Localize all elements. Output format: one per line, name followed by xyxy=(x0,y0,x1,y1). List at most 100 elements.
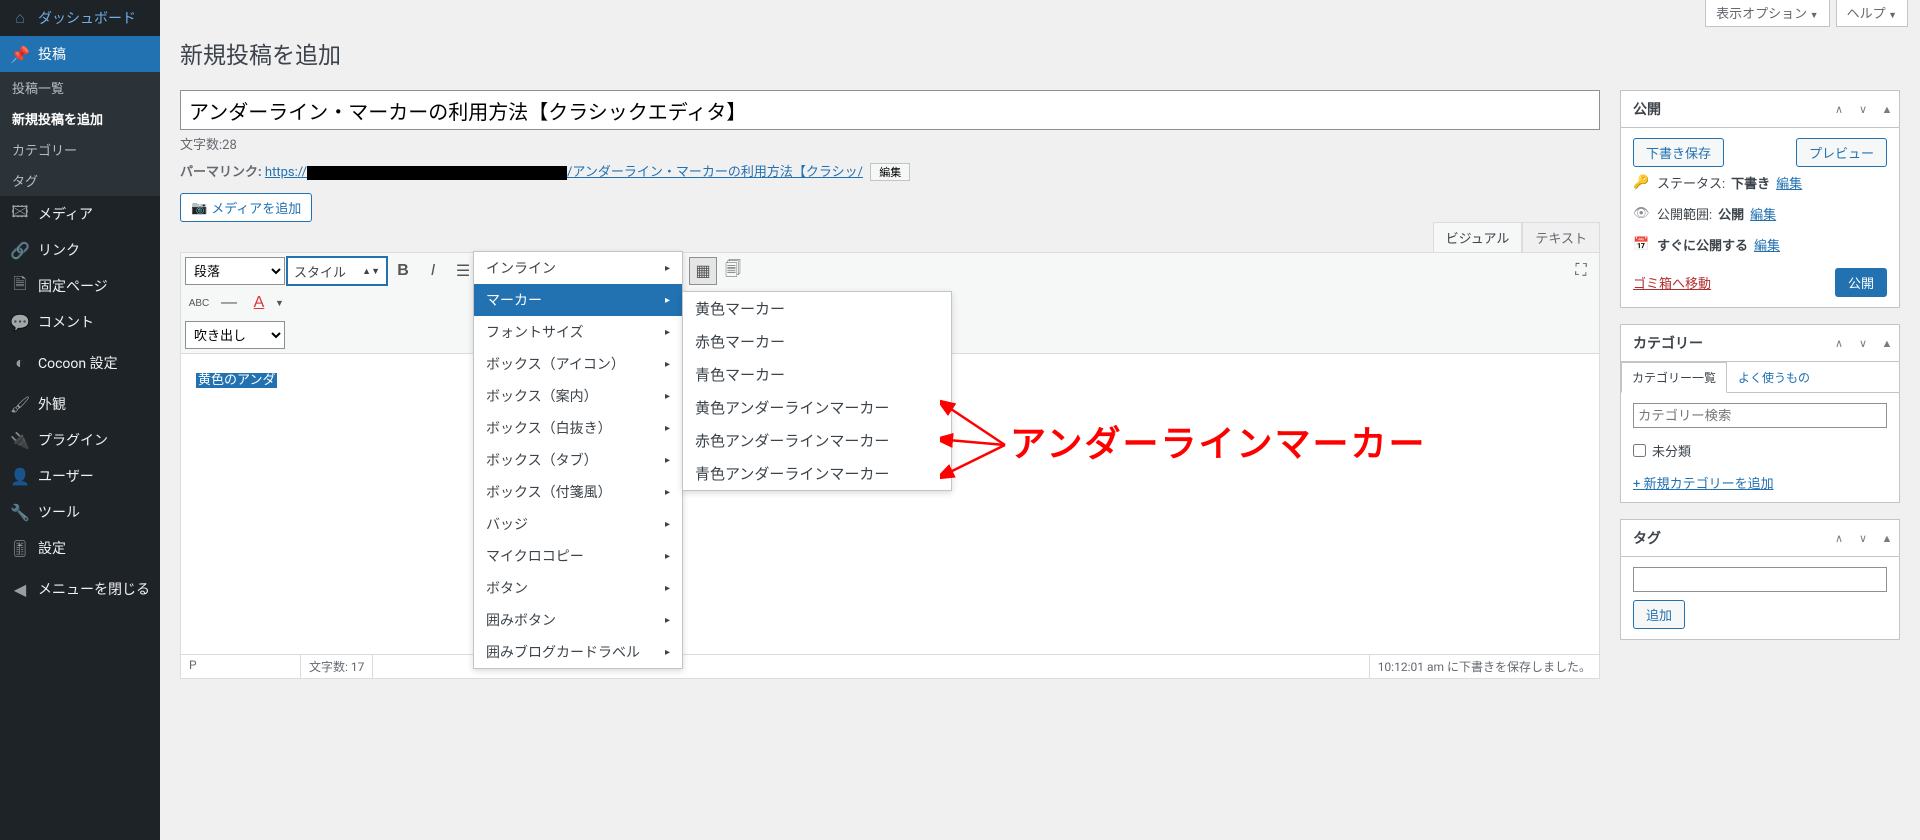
visibility-label: 公開範囲: xyxy=(1657,204,1712,223)
sidebar-item-pages[interactable]: 🗎固定ページ xyxy=(0,268,160,304)
sidebar-item-plugins[interactable]: 🔌プラグイン xyxy=(0,422,160,458)
sidebar-sub-categories[interactable]: カテゴリー xyxy=(0,134,160,165)
sidebar-item-settings[interactable]: 🎚設定 xyxy=(0,530,160,566)
toolbar-toggle-button[interactable]: ▦ xyxy=(689,257,717,285)
sidebar-sub-tags[interactable]: タグ xyxy=(0,165,160,196)
style-select[interactable]: スタイル▲▼ xyxy=(287,257,387,285)
status-save-msg: 10:12:01 am に下書きを保存しました。 xyxy=(1369,655,1599,678)
edit-date-link[interactable]: 編集 xyxy=(1754,235,1780,254)
category-uncategorized[interactable]: 未分類 xyxy=(1633,438,1887,463)
permalink-edit-button[interactable]: 編集 xyxy=(870,163,910,181)
sidebar-sub-all-posts[interactable]: 投稿一覧 xyxy=(0,72,160,103)
user-icon: 👤 xyxy=(10,466,30,486)
sidebar-submenu-posts: 投稿一覧 新規投稿を追加 カテゴリー タグ xyxy=(0,72,160,196)
style-menu-item[interactable]: ボックス（タブ）▸ xyxy=(474,444,682,476)
publish-box-title: 公開 xyxy=(1621,91,1827,127)
category-checkbox[interactable] xyxy=(1633,444,1646,457)
chevron-down-icon[interactable]: ∨ xyxy=(1851,103,1875,116)
sidebar-item-posts[interactable]: 📌 投稿 xyxy=(0,36,160,72)
post-title-input[interactable] xyxy=(180,90,1600,130)
sidebar-label: プラグイン xyxy=(38,430,108,450)
hr-button[interactable]: — xyxy=(215,289,243,317)
edit-status-link[interactable]: 編集 xyxy=(1776,173,1802,192)
status-path: P xyxy=(181,655,301,678)
template-button[interactable]: 🗐 xyxy=(719,257,747,285)
publish-button[interactable]: 公開 xyxy=(1835,268,1887,297)
style-menu-item[interactable]: 囲みボタン▸ xyxy=(474,604,682,636)
style-menu-item[interactable]: ボックス（付箋風）▸ xyxy=(474,476,682,508)
fullscreen-button[interactable]: ⛶ xyxy=(1567,257,1595,285)
category-search-input[interactable] xyxy=(1633,403,1887,428)
style-menu-item[interactable]: ボックス（白抜き）▸ xyxy=(474,412,682,444)
marker-submenu-item[interactable]: 青色アンダーラインマーカー xyxy=(683,457,951,490)
style-menu-item[interactable]: マイクロコピー▸ xyxy=(474,540,682,572)
marker-submenu-item[interactable]: 赤色マーカー xyxy=(683,325,951,358)
sidebar-item-media[interactable]: 🖾 メディア xyxy=(0,196,160,232)
style-menu-item[interactable]: フォントサイズ▸ xyxy=(474,316,682,348)
marker-submenu-item[interactable]: 赤色アンダーラインマーカー xyxy=(683,424,951,457)
edit-visibility-link[interactable]: 編集 xyxy=(1750,204,1776,223)
sidebar-item-cocoon[interactable]: ◐Cocoon 設定 xyxy=(0,345,160,381)
caret-up-icon[interactable]: ▲ xyxy=(1875,532,1899,545)
style-dropdown-menu: インライン▸マーカー▸フォントサイズ▸ボックス（アイコン）▸ボックス（案内）▸ボ… xyxy=(473,251,683,669)
sidebar-item-dashboard[interactable]: ⌂ ダッシュボード xyxy=(0,0,160,36)
style-menu-item[interactable]: 囲みブログカードラベル▸ xyxy=(474,636,682,668)
camera-icon: 📷 xyxy=(191,200,207,216)
strikethrough-button[interactable]: ABC xyxy=(185,289,213,317)
save-draft-button[interactable]: 下書き保存 xyxy=(1633,138,1724,167)
chevron-down-icon[interactable]: ∨ xyxy=(1851,532,1875,545)
sidebar-label: メディア xyxy=(38,204,93,224)
tab-text[interactable]: テキスト xyxy=(1522,222,1600,252)
chevron-up-icon[interactable]: ∧ xyxy=(1827,337,1851,350)
media-icon: 🖾 xyxy=(10,204,30,224)
style-menu-item[interactable]: インライン▸ xyxy=(474,252,682,284)
preview-button[interactable]: プレビュー xyxy=(1796,138,1887,167)
sidebar-label: リンク xyxy=(38,240,80,260)
sidebar-item-tools[interactable]: 🔧ツール xyxy=(0,494,160,530)
balloon-select[interactable]: 吹き出し xyxy=(185,321,285,349)
tab-visual[interactable]: ビジュアル xyxy=(1433,222,1523,253)
bold-button[interactable]: B xyxy=(389,257,417,285)
caret-up-icon[interactable]: ▲ xyxy=(1875,103,1899,116)
style-menu-item[interactable]: ボックス（案内）▸ xyxy=(474,380,682,412)
italic-button[interactable]: I xyxy=(419,257,447,285)
marker-submenu-item[interactable]: 青色マーカー xyxy=(683,358,951,391)
permalink-link[interactable]: https:///アンダーライン・マーカーの利用方法【クラシッ/ xyxy=(265,165,863,180)
link-icon: 🔗 xyxy=(10,240,30,260)
sidebar-sub-new-post[interactable]: 新規投稿を追加 xyxy=(0,103,160,134)
category-tab-freq[interactable]: よく使うもの xyxy=(1727,362,1821,393)
editor-tabs: ビジュアル テキスト xyxy=(1433,222,1600,252)
sliders-icon: 🎚 xyxy=(10,538,30,558)
add-category-link[interactable]: + 新規カテゴリーを追加 xyxy=(1633,477,1774,492)
pin-icon: 📌 xyxy=(10,44,30,64)
style-menu-item[interactable]: マーカー▸ xyxy=(474,284,682,316)
add-media-button[interactable]: 📷 メディアを追加 xyxy=(180,193,312,222)
publish-date-label: すぐに公開する xyxy=(1657,235,1748,254)
sidebar-label: ツール xyxy=(38,502,80,522)
tag-input[interactable] xyxy=(1633,567,1887,592)
sidebar-collapse[interactable]: ◀メニューを閉じる xyxy=(0,571,160,607)
paragraph-select[interactable]: 段落 xyxy=(185,257,285,285)
text-color-button[interactable]: A xyxy=(245,289,273,317)
chevron-up-icon[interactable]: ∧ xyxy=(1827,532,1851,545)
comment-icon: 💬 xyxy=(10,312,30,332)
add-tag-button[interactable]: 追加 xyxy=(1633,600,1685,629)
marker-submenu-item[interactable]: 黄色マーカー xyxy=(683,292,951,325)
chevron-up-icon[interactable]: ∧ xyxy=(1827,103,1851,116)
chevron-down-icon[interactable]: ∨ xyxy=(1851,337,1875,350)
trash-link[interactable]: ゴミ箱へ移動 xyxy=(1633,273,1711,292)
style-menu-item[interactable]: ボックス（アイコン）▸ xyxy=(474,348,682,380)
marker-submenu-item[interactable]: 黄色アンダーラインマーカー xyxy=(683,391,951,424)
category-tab-all[interactable]: カテゴリー一覧 xyxy=(1621,362,1727,393)
tag-box: タグ ∧ ∨ ▲ 追加 xyxy=(1620,519,1900,640)
screen-options-button[interactable]: 表示オプション xyxy=(1705,0,1829,27)
caret-up-icon[interactable]: ▲ xyxy=(1875,337,1899,350)
sidebar-item-users[interactable]: 👤ユーザー xyxy=(0,458,160,494)
sidebar-item-links[interactable]: 🔗 リンク xyxy=(0,232,160,268)
help-button[interactable]: ヘルプ xyxy=(1836,0,1908,27)
char-count: 文字数:28 xyxy=(180,134,1600,153)
style-menu-item[interactable]: ボタン▸ xyxy=(474,572,682,604)
sidebar-item-appearance[interactable]: 🖌外観 xyxy=(0,386,160,422)
sidebar-item-comments[interactable]: 💬コメント xyxy=(0,304,160,340)
style-menu-item[interactable]: バッジ▸ xyxy=(474,508,682,540)
